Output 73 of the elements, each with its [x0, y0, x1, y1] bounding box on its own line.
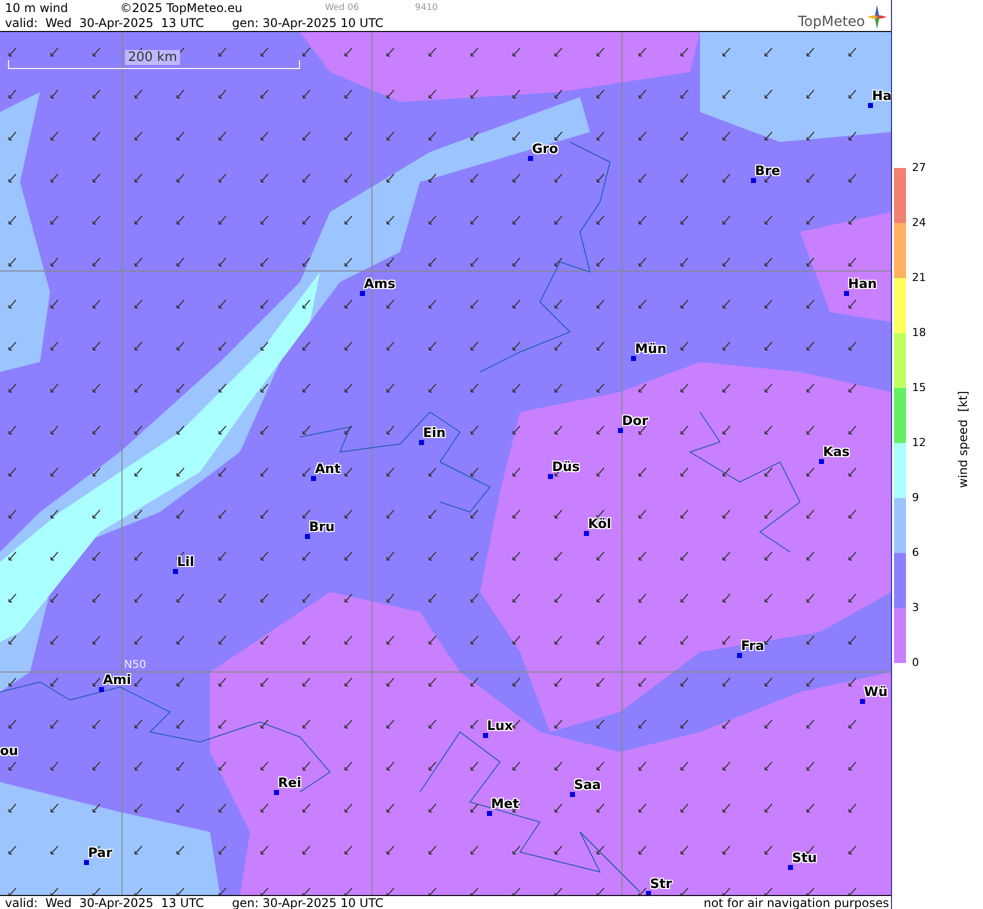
scale-tick-label: 12	[912, 437, 926, 449]
city-label: Par	[88, 846, 112, 861]
city-label: Ams	[364, 277, 396, 292]
city-marker	[548, 474, 553, 479]
scale-tick-label: 15	[912, 382, 926, 394]
city-marker	[84, 860, 89, 865]
city-label: Met	[491, 797, 519, 812]
city-label: Ami	[103, 673, 132, 688]
city-label: Lil	[177, 555, 194, 570]
generated-time-text: gen: 30-Apr-2025 10 UTC	[232, 16, 384, 30]
city-label: Saa	[574, 778, 601, 793]
city-label: Düs	[552, 460, 580, 475]
copyright-text: ©2025 TopMeteo.eu	[120, 0, 244, 14]
city-marker	[844, 291, 849, 296]
city-label: Rei	[278, 776, 302, 791]
scale-tick-label: 24	[912, 217, 926, 229]
scale-tick-label: 18	[912, 327, 926, 339]
run-code-text: 9410	[415, 2, 438, 12]
city-marker	[751, 178, 756, 183]
city-marker	[737, 653, 742, 658]
city-label: Bru	[309, 520, 335, 535]
scale-tick-label: 0	[912, 657, 919, 669]
generated-time-text: gen: 30-Apr-2025 10 UTC	[232, 896, 384, 909]
city-marker	[360, 291, 365, 296]
city-label: Stu	[792, 851, 817, 866]
scale-tick-label: 3	[912, 602, 919, 614]
city-marker	[646, 891, 651, 895]
city-label: Wü	[864, 685, 888, 700]
legend-title: wind speed [kt]	[956, 390, 970, 488]
city-marker	[618, 428, 623, 433]
city-marker	[868, 103, 873, 108]
city-marker	[788, 865, 793, 870]
city-label: Ein	[423, 426, 446, 441]
city-marker	[419, 440, 424, 445]
city-marker	[483, 733, 488, 738]
city-label: Gro	[532, 142, 558, 157]
city-label: Han	[848, 277, 877, 292]
city-marker	[274, 790, 279, 795]
city-marker	[584, 531, 589, 536]
city-label: Lux	[487, 719, 513, 734]
scale-tick-label: 21	[912, 272, 926, 284]
day-code-text: Wed 06	[325, 2, 360, 12]
city-label: Köl	[588, 517, 612, 532]
scale-tick-label: 9	[912, 492, 919, 504]
scale-tick-label: 27	[912, 162, 926, 174]
city-marker	[528, 156, 533, 161]
city-marker	[860, 699, 865, 704]
logo-text: TopMeteo	[798, 15, 865, 29]
city-label: Mün	[635, 342, 666, 357]
city-marker	[311, 476, 316, 481]
city-marker	[819, 459, 824, 464]
scale-label: 200 km	[125, 50, 180, 65]
valid-time-text: valid: Wed 30-Apr-2025 13 UTC	[5, 16, 205, 30]
city-label: Fra	[741, 639, 764, 654]
city-label: Dor	[622, 414, 648, 429]
city-label: Kas	[823, 445, 850, 460]
city-label: Ha	[872, 89, 891, 104]
compass-star-icon	[867, 5, 887, 29]
city-label: ou	[0, 744, 18, 759]
disclaimer-text: not for air navigation purposes	[704, 896, 889, 909]
scale-tick-label: 6	[912, 547, 919, 559]
product-title: 10 m wind	[5, 0, 69, 14]
city-label: Bre	[755, 164, 780, 179]
latitude-label: N50	[124, 658, 146, 671]
city-marker	[173, 569, 178, 574]
valid-time-text: valid: Wed 30-Apr-2025 13 UTC	[5, 896, 205, 909]
city-marker	[99, 687, 104, 692]
city-marker	[570, 792, 575, 797]
city-label: Ant	[315, 462, 341, 477]
city-marker	[487, 811, 492, 816]
city-label: Str	[650, 877, 672, 892]
city-marker	[631, 356, 636, 361]
city-marker	[305, 534, 310, 539]
